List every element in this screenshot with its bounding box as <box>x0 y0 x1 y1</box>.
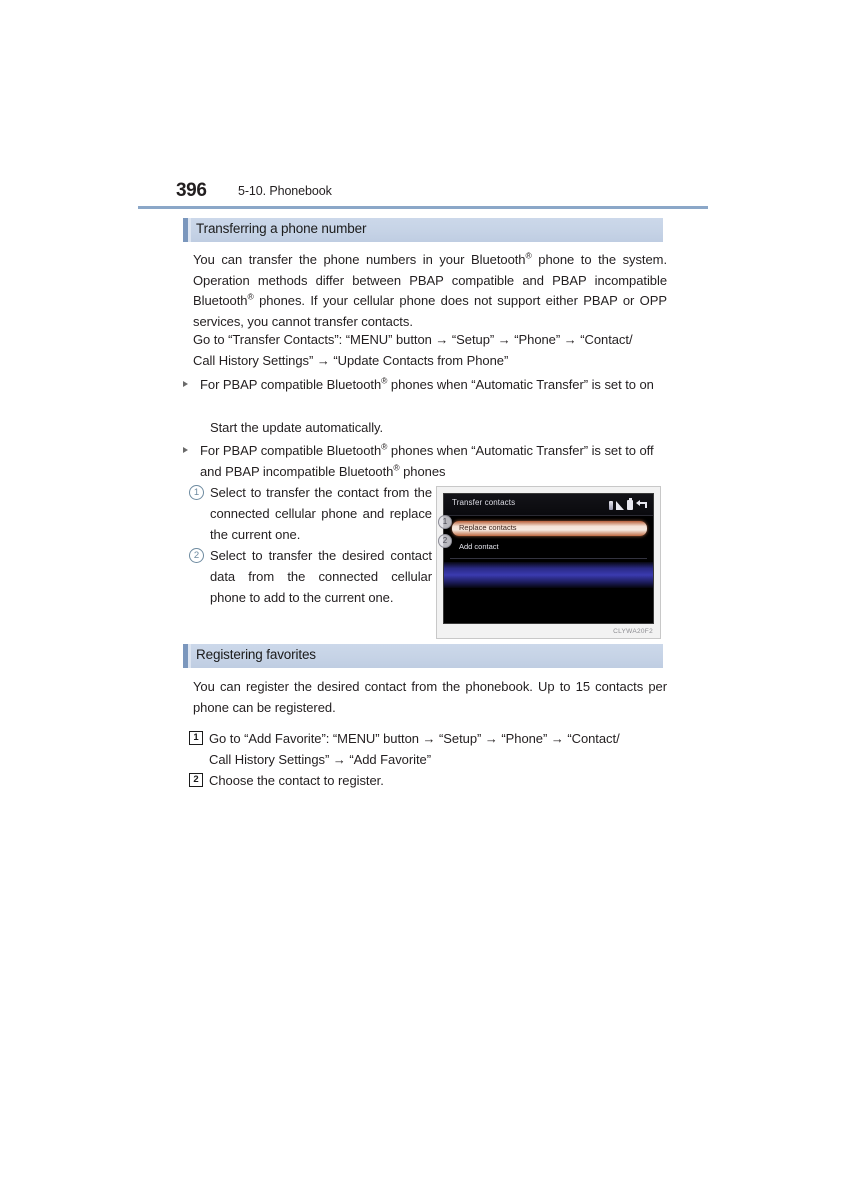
section-accent-gap <box>188 218 191 242</box>
device-screenshot-figure: Transfer contacts Replace contacts Add c… <box>436 486 661 639</box>
device-row-replace-contacts[interactable]: Replace contacts <box>452 521 647 536</box>
bullet-text: For PBAP compatible Bluetooth® phones wh… <box>200 375 654 392</box>
manual-page: 396 5-10. Phonebook Transferring a phone… <box>0 0 848 1200</box>
section-header-label: Registering favorites <box>196 647 316 662</box>
battery-icon <box>627 498 633 510</box>
device-screen: Transfer contacts Replace contacts Add c… <box>443 493 654 624</box>
figure-caption-code: CLYWA20F2 <box>613 628 653 635</box>
device-row-add-contact[interactable]: Add contact <box>452 540 647 555</box>
device-screen-title: Transfer contacts <box>452 498 516 507</box>
sub-line-start-update: Start the update automatically. <box>210 420 384 435</box>
back-arrow-icon <box>636 500 648 510</box>
intro-paragraph: You can transfer the phone numbers in yo… <box>193 250 668 329</box>
registered-mark: ® <box>393 462 400 473</box>
section-accent-gap <box>188 644 191 668</box>
registered-mark: ® <box>381 441 388 452</box>
favorites-intro-paragraph: You can register the desired contact fro… <box>193 679 667 715</box>
figure-callout-2: 2 <box>438 534 452 548</box>
section-header-label: Transferring a phone number <box>196 221 367 236</box>
triangle-bullet-icon <box>183 447 188 453</box>
registered-mark: ® <box>381 375 388 386</box>
step-item-text: Choose the contact to register. <box>209 773 384 788</box>
numbered-item-text: Select to transfer the contact from the … <box>210 485 432 542</box>
device-status-icons <box>609 498 648 510</box>
section-header-registering-favorites: Registering favorites <box>183 644 663 668</box>
numbered-item-text: Select to transfer the desired contact d… <box>210 548 432 605</box>
running-head: 396 5-10. Phonebook <box>138 180 708 206</box>
registered-mark: ® <box>525 250 532 261</box>
triangle-bullet-icon <box>183 381 188 387</box>
bluetooth-icon <box>609 501 613 510</box>
square-number-marker: 2 <box>189 773 203 787</box>
circled-number-marker: 1 <box>189 485 204 500</box>
circled-number-marker: 2 <box>189 548 204 563</box>
signal-icon <box>616 501 624 510</box>
section-header-transferring: Transferring a phone number <box>183 218 663 242</box>
device-list-divider <box>450 558 647 559</box>
device-row-label: Add contact <box>459 542 499 551</box>
header-rule <box>138 206 708 209</box>
bullet-text: For PBAP compatible Bluetooth® phones wh… <box>200 441 654 479</box>
device-row-label: Replace contacts <box>459 523 517 532</box>
chapter-section-title: 5-10. Phonebook <box>238 184 332 198</box>
square-number-marker: 1 <box>189 731 203 745</box>
navigation-path-paragraph: Go to “Transfer Contacts”: “MENU” button… <box>193 332 633 368</box>
step-item-text: Go to “Add Favorite”: “MENU” button → “S… <box>209 731 620 767</box>
page-number: 396 <box>176 180 207 201</box>
device-background-glow <box>444 562 653 588</box>
registered-mark: ® <box>247 291 254 302</box>
figure-callout-1: 1 <box>438 515 452 529</box>
